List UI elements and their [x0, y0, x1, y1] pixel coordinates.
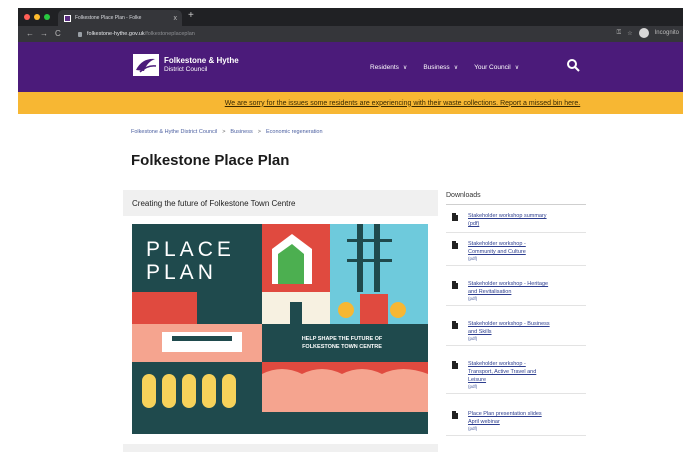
browser-tab[interactable]: Folkestone Place Plan - Folke x	[58, 10, 182, 26]
council-logo[interactable]	[133, 54, 159, 76]
download-item[interactable]: Place Plan presentation slides April web…	[446, 410, 586, 436]
downloads-divider	[446, 204, 586, 205]
file-type: (pdf)	[468, 336, 478, 341]
download-title: and Revitalisation	[468, 289, 512, 295]
site-header: Folkestone & Hythe District Council Resi…	[18, 42, 683, 92]
download-item[interactable]: Stakeholder workshop - Community and Cul…	[446, 240, 586, 266]
file-type: (pdf)	[468, 426, 478, 431]
document-icon	[452, 321, 458, 329]
incognito-label: Incognito	[654, 30, 679, 36]
download-title: Leisure	[468, 377, 487, 383]
breadcrumb-separator: >	[257, 129, 261, 135]
breadcrumb: Folkestone & Hythe District Council > Bu…	[131, 129, 323, 135]
favicon-icon	[64, 14, 71, 22]
document-icon	[452, 241, 458, 249]
maximize-window-button[interactable]	[44, 14, 50, 20]
download-link[interactable]: Stakeholder workshop summary (pdf)	[468, 212, 586, 228]
star-icon[interactable]: ☆	[627, 30, 632, 37]
download-link[interactable]: Stakeholder workshop - Heritage and Revi…	[468, 280, 586, 296]
downloads-title: Downloads	[446, 192, 481, 199]
download-title: Stakeholder workshop -	[468, 361, 526, 367]
document-icon	[452, 213, 458, 221]
download-item[interactable]: Stakeholder workshop - Heritage and Revi…	[446, 280, 586, 306]
nav-business[interactable]: Business ∨	[423, 64, 458, 71]
download-title: Stakeholder workshop - Business	[468, 321, 550, 327]
chevron-down-icon: ∨	[514, 65, 520, 71]
breadcrumb-home[interactable]: Folkestone & Hythe District Council	[131, 129, 217, 135]
main-nav: Residents ∨ Business ∨ Your Council ∨	[370, 64, 519, 71]
file-type: (pdf)	[468, 256, 478, 261]
download-link[interactable]: Place Plan presentation slides April web…	[468, 410, 586, 426]
back-button[interactable]: ←	[26, 29, 34, 38]
new-tab-button[interactable]: +	[188, 10, 194, 21]
file-type: (pdf)	[468, 296, 478, 301]
chevron-down-icon: ∨	[453, 65, 459, 71]
forward-button[interactable]: →	[40, 29, 48, 38]
address-bar[interactable]: folkestone-hythe.gov.uk /folkestoneplace…	[78, 28, 608, 40]
brand-name[interactable]: Folkestone & Hythe District Council	[164, 56, 239, 73]
reload-button[interactable]: C	[55, 29, 61, 38]
document-icon	[452, 411, 458, 419]
poster-title-line1: PLACE	[146, 238, 235, 261]
file-type: (pdf)	[468, 384, 478, 389]
toolbar-right: ⚿ ☆ Incognito	[617, 28, 679, 38]
section-heading: Creating the future of Folkestone Town C…	[123, 190, 438, 216]
poster-tagline-1: HELP SHAPE THE FUTURE OF	[302, 336, 383, 342]
browser-toolbar: ← → C folkestone-hythe.gov.uk /folkeston…	[18, 26, 683, 42]
search-icon[interactable]	[566, 58, 580, 72]
nav-your-council[interactable]: Your Council ∨	[474, 64, 519, 71]
window-controls	[24, 14, 50, 20]
document-icon	[452, 361, 458, 369]
url-host: folkestone-hythe.gov.uk	[87, 31, 145, 37]
browser-window: Folkestone Place Plan - Folke x + ← → C …	[0, 0, 683, 452]
tab-close-icon[interactable]: x	[174, 15, 178, 22]
download-link[interactable]: Stakeholder workshop - Community and Cul…	[468, 240, 586, 256]
key-icon[interactable]: ⚿	[617, 30, 622, 37]
download-item[interactable]: Stakeholder workshop summary (pdf)	[446, 212, 586, 233]
download-title: Place Plan presentation slides	[468, 411, 542, 417]
incognito-icon[interactable]	[638, 28, 649, 38]
document-icon	[452, 281, 458, 289]
download-title: (pdf)	[468, 221, 480, 227]
download-item[interactable]: Stakeholder workshop - Business and Skil…	[446, 320, 586, 346]
download-link[interactable]: Stakeholder workshop - Transport, Active…	[468, 360, 586, 384]
browser-tabbar: Folkestone Place Plan - Folke x +	[18, 8, 683, 26]
nav-label: Your Council	[474, 64, 511, 71]
poster-artwork: HELP SHAPE THE FUTURE OF FOLKESTONE TOWN…	[132, 224, 428, 434]
download-title: and Skills	[468, 329, 492, 335]
next-section-heading	[123, 444, 438, 452]
lock-icon	[78, 31, 82, 37]
download-item[interactable]: Stakeholder workshop - Transport, Active…	[446, 360, 586, 394]
url-path: /folkestoneplaceplan	[144, 31, 195, 37]
download-title: Transport, Active Travel and	[468, 369, 537, 375]
poster-tagline-2: FOLKESTONE TOWN CENTRE	[302, 344, 382, 350]
logo-mark-icon	[136, 58, 157, 73]
download-title: Community and Culture	[468, 249, 526, 255]
nav-label: Business	[423, 64, 450, 71]
breadcrumb-economic-regeneration[interactable]: Economic regeneration	[266, 129, 323, 135]
brand-line1: Folkestone & Hythe	[164, 56, 239, 65]
nav-label: Residents	[370, 64, 399, 71]
tab-title: Folkestone Place Plan - Folke	[75, 15, 142, 21]
minimize-window-button[interactable]	[34, 14, 40, 20]
close-window-button[interactable]	[24, 14, 30, 20]
page-title: Folkestone Place Plan	[131, 152, 290, 169]
missed-bin-link[interactable]: We are sorry for the issues some residen…	[225, 100, 580, 107]
brand-line2: District Council	[164, 66, 208, 73]
download-title: Stakeholder workshop summary	[468, 213, 547, 219]
alert-banner: We are sorry for the issues some residen…	[18, 92, 683, 114]
download-title: Stakeholder workshop - Heritage	[468, 281, 549, 287]
poster-title-line2: PLAN	[146, 261, 217, 284]
download-title: April webinar	[468, 419, 500, 425]
download-link[interactable]: Stakeholder workshop - Business and Skil…	[468, 320, 586, 336]
nav-residents[interactable]: Residents ∨	[370, 64, 407, 71]
chevron-down-icon: ∨	[402, 65, 408, 71]
breadcrumb-business[interactable]: Business	[230, 129, 252, 135]
download-title: Stakeholder workshop -	[468, 241, 526, 247]
breadcrumb-separator: >	[222, 129, 226, 135]
place-plan-poster: HELP SHAPE THE FUTURE OF FOLKESTONE TOWN…	[132, 224, 428, 434]
